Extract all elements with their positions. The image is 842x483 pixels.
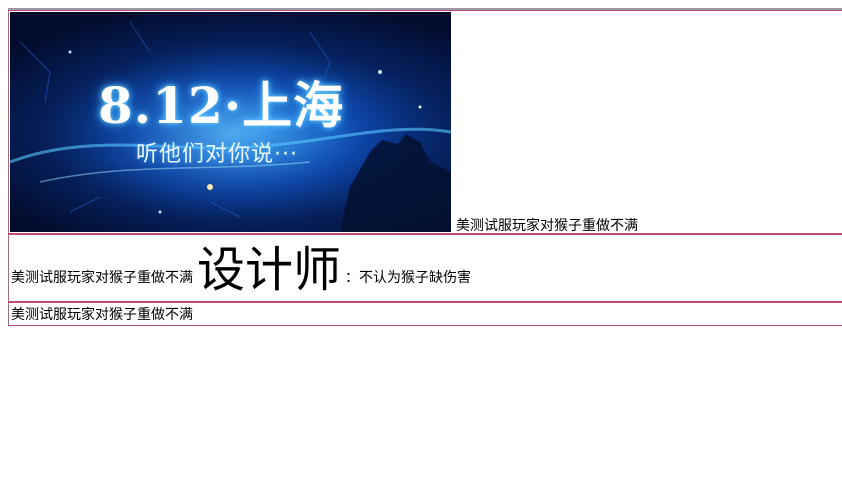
- news-item-banner[interactable]: 8.12·上海 听他们对你说··· 美测试服玩家对猴子重做不满: [8, 10, 842, 235]
- headline-line: 美测试服玩家对猴子重做不满设计师 ：不认为猴子缺伤害: [11, 241, 471, 307]
- news-item-headline[interactable]: 美测试服玩家对猴子重做不满设计师 ：不认为猴子缺伤害: [8, 233, 842, 302]
- banner-subtitle: 听他们对你说···: [136, 142, 298, 167]
- headline-emphasis[interactable]: 设计师: [197, 242, 341, 298]
- headline-prefix[interactable]: 美测试服玩家对猴子重做不满: [11, 270, 193, 286]
- news-item-text[interactable]: 美测试服玩家对猴子重做不满: [8, 302, 842, 326]
- banner-image[interactable]: 8.12·上海 听他们对你说···: [10, 12, 451, 232]
- news-link-text[interactable]: 美测试服玩家对猴子重做不满: [11, 306, 193, 324]
- news-link-text[interactable]: 美测试服玩家对猴子重做不满: [456, 218, 638, 234]
- top-divider: [8, 0, 842, 10]
- headline-suffix[interactable]: ：不认为猴子缺伤害: [345, 270, 471, 286]
- banner-title: 8.12·上海: [98, 76, 345, 135]
